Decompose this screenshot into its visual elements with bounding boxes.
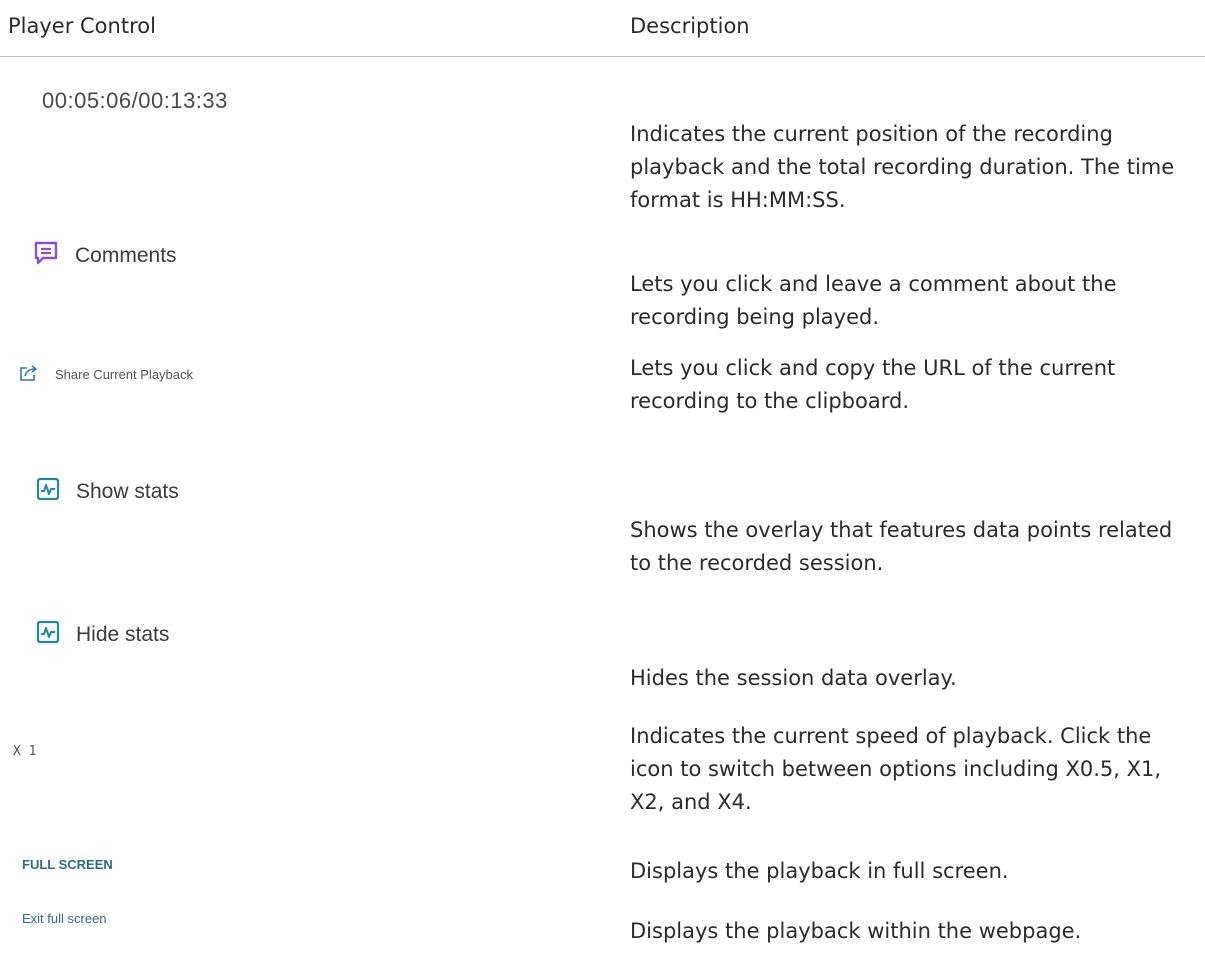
- description-comments: Lets you click and leave a comment about…: [630, 272, 1117, 329]
- comments-label: Comments: [75, 244, 177, 267]
- share-icon: [19, 364, 55, 385]
- description-exit-full-screen: Displays the playback within the webpage…: [630, 919, 1082, 943]
- share-label: Share Current Playback: [55, 367, 194, 382]
- share-current-playback-button[interactable]: Share Current Playback: [19, 364, 193, 385]
- description-timecode: Indicates the current position of the re…: [630, 122, 1175, 212]
- hide-stats-button[interactable]: Hide stats: [36, 620, 169, 650]
- header-player-control: Player Control: [8, 14, 156, 38]
- comments-button[interactable]: Comments: [33, 240, 177, 272]
- playback-speed-button[interactable]: X 1: [13, 744, 36, 759]
- hide-stats-label: Hide stats: [76, 623, 170, 646]
- full-screen-button[interactable]: FULL SCREEN: [22, 857, 113, 872]
- show-stats-button[interactable]: Show stats: [36, 477, 179, 507]
- exit-full-screen-button[interactable]: Exit full screen: [22, 911, 107, 926]
- description-share: Lets you click and copy the URL of the c…: [630, 356, 1116, 413]
- description-show-stats: Shows the overlay that features data poi…: [630, 518, 1173, 575]
- stats-icon: [36, 620, 76, 650]
- header-description: Description: [630, 14, 750, 38]
- description-speed: Indicates the current speed of playback.…: [630, 724, 1162, 814]
- show-stats-label: Show stats: [76, 480, 179, 503]
- playback-timecode: 00:05:06/00:13:33: [42, 88, 228, 113]
- comment-icon: [33, 240, 75, 272]
- header-divider: [0, 56, 1205, 57]
- description-hide-stats: Hides the session data overlay.: [630, 666, 957, 690]
- stats-icon: [36, 477, 76, 507]
- description-full-screen: Displays the playback in full screen.: [630, 859, 1009, 883]
